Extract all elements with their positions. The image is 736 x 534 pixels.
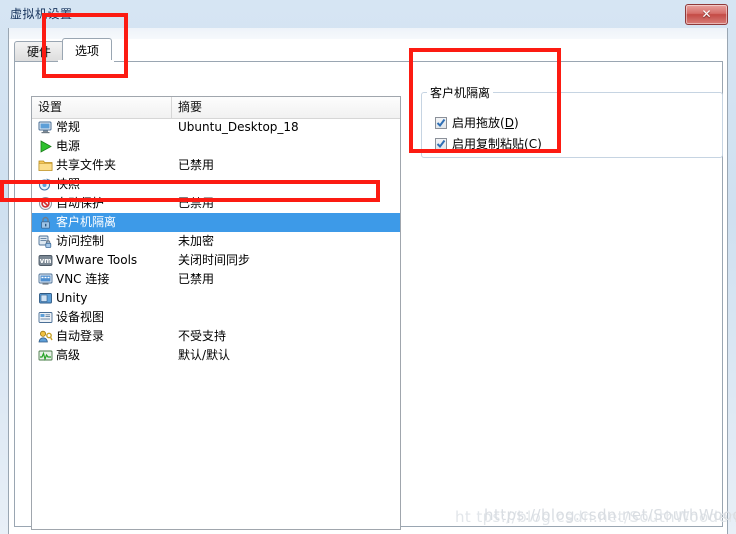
list-item-summary: 已禁用	[178, 158, 215, 172]
column-header-summary[interactable]: 摘要	[172, 97, 400, 118]
list-item[interactable]: 自动登录 不受支持	[32, 327, 400, 346]
dialog-client-area: 硬件 选项 设置 摘要 常规 Ubuntu_Desktop_18 电源 共享文件夹 已禁…	[8, 28, 728, 534]
enable-copy-paste-label: 启用复制粘贴(C)	[452, 135, 542, 153]
list-item[interactable]: 访问控制 未加密	[32, 232, 400, 251]
camera-icon	[38, 177, 53, 192]
list-item-label: VMware Tools	[56, 253, 138, 267]
list-item-label: Unity	[56, 291, 88, 305]
vm-settings-window: 虚拟机设置 ✕ 硬件 选项 设置 摘要 常规 Ubuntu_Desktop_18 电…	[0, 0, 736, 534]
enable-copy-paste-checkbox[interactable]	[435, 138, 447, 150]
list-item-label: 高级	[56, 348, 81, 362]
list-item-label: 自动登录	[56, 329, 105, 343]
list-item-summary: 已禁用	[178, 272, 215, 286]
list-item-label: VNC 连接	[56, 272, 110, 286]
list-item-label: 设备视图	[56, 310, 105, 324]
access-lock-icon	[38, 234, 53, 249]
copy-paste-mnemonic: C	[528, 137, 538, 151]
title-bar: 虚拟机设置 ✕	[0, 0, 736, 28]
enable-drag-drop-label: 启用拖放(D)	[452, 114, 519, 132]
list-item-summary: 不受支持	[178, 329, 227, 343]
close-icon: ✕	[701, 7, 712, 21]
vnc-monitor-icon	[38, 272, 53, 287]
list-item-label: 客户机隔离	[56, 215, 117, 229]
folder-icon	[38, 158, 53, 173]
list-item[interactable]: 共享文件夹 已禁用	[32, 156, 400, 175]
list-item-label: 常规	[56, 120, 81, 134]
settings-list[interactable]: 设置 摘要 常规 Ubuntu_Desktop_18 电源 共享文件夹 已禁用 快照 自动保…	[31, 96, 401, 530]
lock-icon	[38, 215, 53, 230]
list-item-summary: 默认/默认	[178, 348, 231, 362]
shield-icon	[38, 196, 53, 211]
column-header-setting[interactable]: 设置	[32, 97, 172, 118]
tab-strip: 硬件 选项	[14, 38, 724, 63]
list-item-summary: 未加密	[178, 234, 215, 248]
drag-drop-text: 启用拖放(	[452, 116, 505, 130]
list-body: 常规 Ubuntu_Desktop_18 电源 共享文件夹 已禁用 快照 自动保护 已禁用 客户…	[32, 118, 400, 529]
vmware-tools-icon: vm	[38, 253, 53, 268]
list-item-label: 电源	[56, 139, 81, 153]
list-item-summary: 关闭时间同步	[178, 253, 251, 267]
close-button[interactable]: ✕	[685, 4, 728, 25]
list-item-label: 快照	[56, 177, 81, 191]
autologin-icon	[38, 329, 53, 344]
list-item-label: 访问控制	[56, 234, 105, 248]
list-item[interactable]: 电源	[32, 137, 400, 156]
list-item[interactable]: 高级 默认/默认	[32, 346, 400, 365]
list-item-summary: 已禁用	[178, 196, 215, 210]
list-item[interactable]: 客户机隔离	[32, 213, 400, 232]
advanced-icon	[38, 348, 53, 363]
tab-page-seam	[58, 60, 114, 63]
list-item[interactable]: 快照	[32, 175, 400, 194]
svg-text:vm: vm	[40, 257, 52, 265]
tab-hardware[interactable]: 硬件	[14, 41, 65, 62]
monitor-icon	[38, 120, 53, 135]
drag-drop-mnemonic: D	[504, 116, 514, 130]
device-view-icon	[38, 310, 53, 325]
window-title: 虚拟机设置	[10, 7, 73, 21]
enable-drag-drop-checkbox[interactable]	[435, 117, 447, 129]
play-icon	[38, 139, 53, 154]
list-item-summary: Ubuntu_Desktop_18	[178, 120, 299, 134]
list-item-label: 共享文件夹	[56, 158, 117, 172]
groupbox-title: 客户机隔离	[427, 84, 494, 101]
list-header: 设置 摘要	[32, 97, 400, 119]
list-item[interactable]: 自动保护 已禁用	[32, 194, 400, 213]
list-item[interactable]: vm VMware Tools 关闭时间同步	[32, 251, 400, 270]
list-item-label: 自动保护	[56, 196, 105, 210]
list-item[interactable]: 设备视图	[32, 308, 400, 327]
list-item[interactable]: 常规 Ubuntu_Desktop_18	[32, 118, 400, 137]
unity-icon	[38, 291, 53, 306]
list-item[interactable]: Unity	[32, 289, 400, 308]
list-item[interactable]: VNC 连接 已禁用	[32, 270, 400, 289]
copy-paste-text-end: )	[537, 137, 542, 151]
copy-paste-text: 启用复制粘贴(	[452, 137, 529, 151]
guest-isolation-panel: 客户机隔离 启用拖放(D) 启用复制粘贴(C)	[417, 78, 723, 528]
drag-drop-text-end: )	[513, 116, 519, 130]
